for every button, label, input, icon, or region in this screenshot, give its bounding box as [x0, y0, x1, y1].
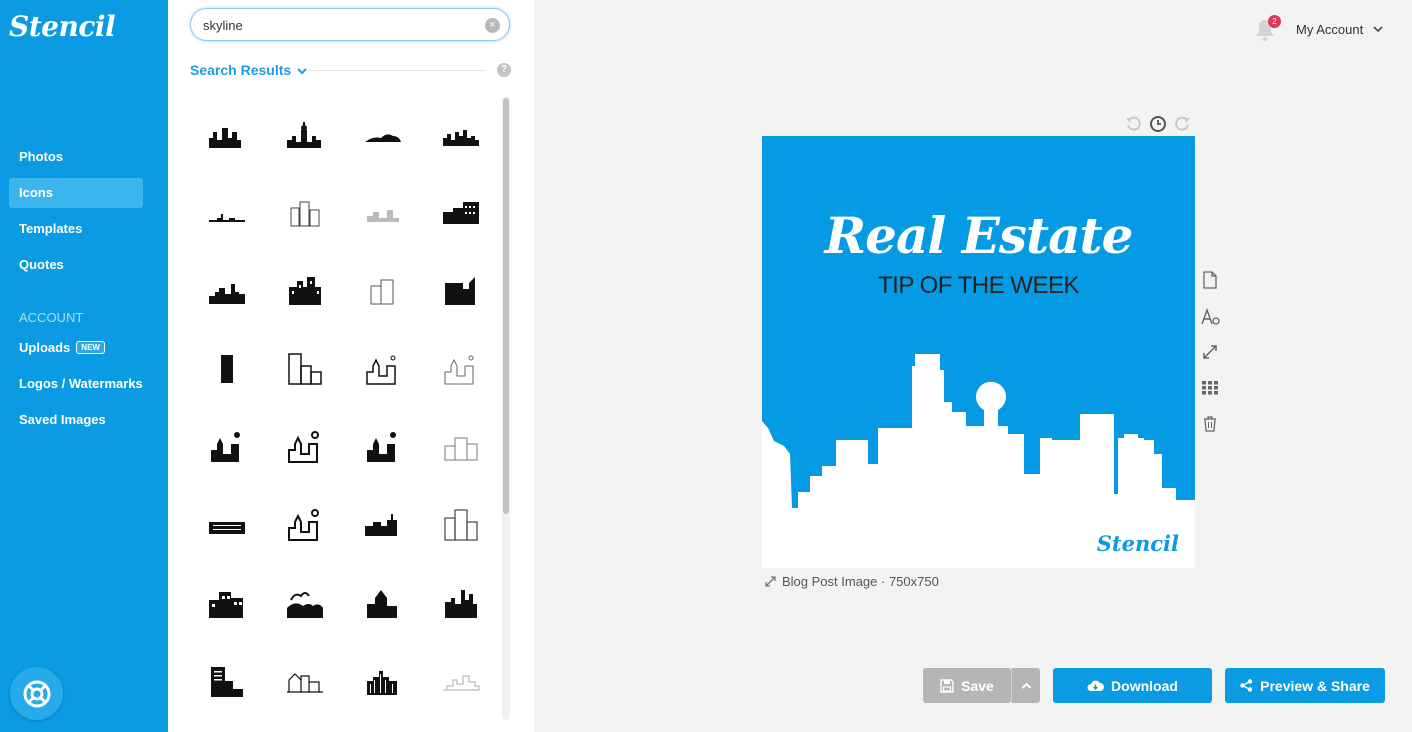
skyline-result-icon[interactable]: [266, 408, 344, 486]
save-button[interactable]: Save: [923, 668, 1011, 703]
skyline-result-icon[interactable]: [422, 330, 500, 408]
sidebar-item-templates[interactable]: Templates: [9, 214, 143, 244]
sidebar-item-quotes[interactable]: Quotes: [9, 250, 143, 280]
skyline-result-icon[interactable]: [344, 252, 422, 330]
cloud-download-icon: [1087, 680, 1105, 691]
skyline-result-icon[interactable]: [422, 564, 500, 642]
stencil-logo[interactable]: Stencil: [9, 10, 116, 43]
skyline-result-icon[interactable]: [266, 96, 344, 174]
chevron-up-icon: [1021, 682, 1031, 689]
skyline-result-icon[interactable]: [344, 486, 422, 564]
skyline-result-icon[interactable]: [266, 174, 344, 252]
skyline-result-icon[interactable]: [344, 408, 422, 486]
resize-icon[interactable]: [765, 576, 776, 587]
grid-tool-button[interactable]: [1200, 378, 1220, 398]
undo-button[interactable]: [1124, 114, 1144, 134]
skyline-result-icon[interactable]: [422, 252, 500, 330]
sidebar-item-label: Quotes: [19, 257, 64, 272]
sidebar: Stencil Photos Icons Templates Quotes AC…: [0, 0, 168, 732]
skyline-result-icon[interactable]: [422, 486, 500, 564]
chevron-down-icon: [297, 68, 307, 75]
skyline-result-icon[interactable]: [188, 252, 266, 330]
text-style-icon: [1201, 308, 1220, 325]
help-button[interactable]: [10, 667, 63, 720]
search-results-label: Search Results: [190, 62, 292, 78]
skyline-result-icon[interactable]: [266, 564, 344, 642]
sidebar-item-label: Photos: [19, 149, 64, 164]
skyline-result-icon[interactable]: [266, 252, 344, 330]
divider: [308, 70, 486, 71]
clock-icon: [1150, 116, 1166, 132]
trash-icon: [1204, 416, 1216, 432]
sidebar-item-uploads[interactable]: Uploads NEW: [9, 333, 143, 363]
sidebar-item-saved-images[interactable]: Saved Images: [9, 405, 143, 435]
clear-search-icon[interactable]: ×: [485, 18, 500, 33]
new-badge: NEW: [76, 341, 105, 354]
design-canvas[interactable]: Real Estate TIP OF THE WEEK Stencil: [762, 136, 1195, 568]
stencil-watermark[interactable]: Stencil: [1097, 531, 1179, 556]
skyline-result-icon[interactable]: [344, 174, 422, 252]
undo-icon: [1126, 116, 1141, 131]
redo-button[interactable]: [1172, 114, 1192, 134]
save-options-button[interactable]: [1011, 668, 1040, 703]
skyline-result-icon[interactable]: [422, 642, 500, 720]
skyline-result-icon[interactable]: [422, 408, 500, 486]
search-input[interactable]: [203, 16, 473, 34]
help-icon[interactable]: ?: [497, 63, 511, 77]
skyline-result-icon[interactable]: [422, 96, 500, 174]
document-icon: [1203, 271, 1217, 289]
sidebar-item-photos[interactable]: Photos: [9, 142, 143, 172]
canvas-size-caption[interactable]: Blog Post Image · 750x750: [782, 574, 939, 589]
skyline-result-icon[interactable]: [266, 642, 344, 720]
save-label: Save: [961, 677, 994, 694]
skyline-graphic[interactable]: [762, 136, 1195, 568]
skyline-result-icon[interactable]: [188, 330, 266, 408]
my-account-menu[interactable]: My Account: [1296, 22, 1363, 37]
download-button[interactable]: Download: [1053, 668, 1212, 703]
resize-tool-button[interactable]: [1200, 342, 1220, 362]
sidebar-item-label: Templates: [19, 221, 83, 236]
chevron-down-icon[interactable]: [1373, 25, 1383, 33]
redo-icon: [1175, 116, 1190, 131]
download-label: Download: [1111, 677, 1178, 694]
preview-share-button[interactable]: Preview & Share: [1225, 668, 1385, 703]
preview-share-label: Preview & Share: [1260, 677, 1370, 694]
expand-icon: [1203, 345, 1217, 359]
sidebar-item-label: Logos / Watermarks: [19, 376, 143, 391]
floppy-disk-icon: [940, 678, 954, 693]
sidebar-item-label: Icons: [19, 185, 53, 200]
sidebar-item-icons[interactable]: Icons: [9, 178, 143, 208]
search-results-dropdown[interactable]: Search Results: [190, 62, 307, 78]
share-icon: [1240, 679, 1253, 692]
skyline-result-icon[interactable]: [344, 564, 422, 642]
skyline-result-icon[interactable]: [188, 96, 266, 174]
account-heading: ACCOUNT: [19, 310, 84, 325]
skyline-result-icon[interactable]: [344, 642, 422, 720]
skyline-result-icon[interactable]: [188, 486, 266, 564]
skyline-result-icon[interactable]: [188, 642, 266, 720]
page-tool-button[interactable]: [1200, 270, 1220, 290]
sidebar-item-label: Uploads: [19, 340, 71, 355]
skyline-result-icon[interactable]: [422, 174, 500, 252]
skyline-result-icon[interactable]: [188, 408, 266, 486]
skyline-result-icon[interactable]: [188, 174, 266, 252]
grid-icon: [1202, 381, 1218, 395]
scrollbar-thumb[interactable]: [503, 98, 509, 514]
skyline-result-icon[interactable]: [344, 96, 422, 174]
history-button[interactable]: [1148, 114, 1168, 134]
delete-tool-button[interactable]: [1200, 414, 1220, 434]
sidebar-item-logos-watermarks[interactable]: Logos / Watermarks: [9, 369, 143, 399]
notification-count-badge: 2: [1268, 15, 1281, 28]
skyline-result-icon[interactable]: [266, 330, 344, 408]
history-toolbar: [1124, 114, 1192, 134]
sidebar-item-label: Saved Images: [19, 412, 106, 427]
search-box: ×: [190, 8, 510, 41]
icon-panel: × Search Results ?: [168, 0, 534, 732]
skyline-result-icon[interactable]: [188, 564, 266, 642]
skyline-result-icon[interactable]: [344, 330, 422, 408]
lifebuoy-icon: [23, 680, 50, 707]
skyline-result-icon[interactable]: [266, 486, 344, 564]
text-tool-button[interactable]: [1200, 307, 1220, 327]
